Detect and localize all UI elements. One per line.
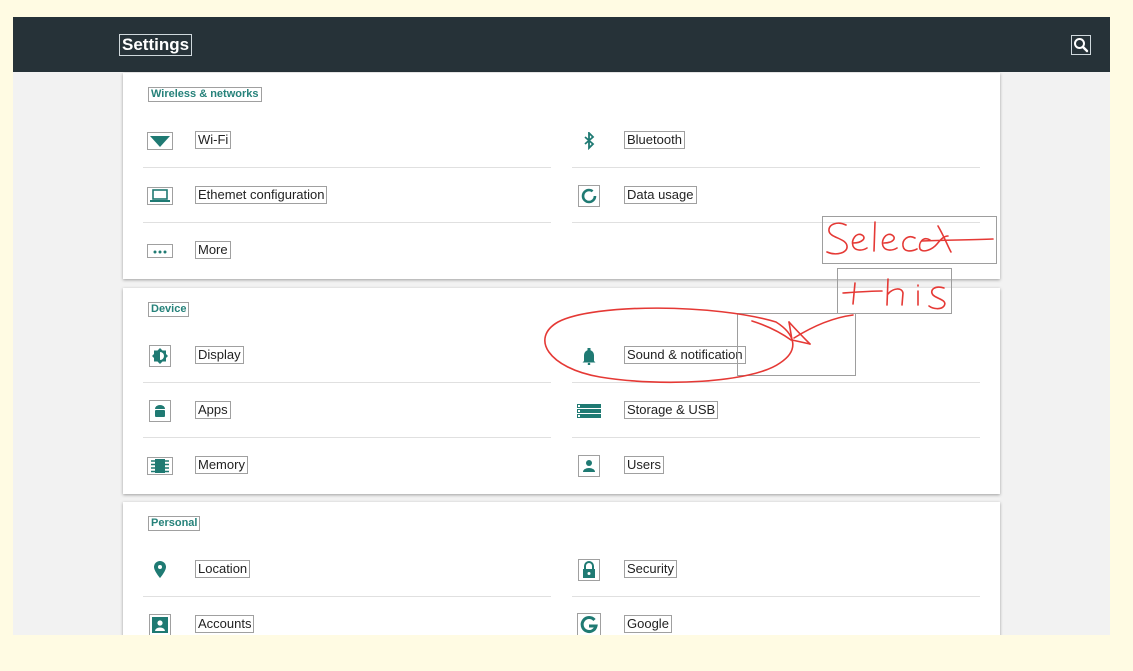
setting-label-users: Users bbox=[624, 456, 664, 474]
setting-memory[interactable]: Memory bbox=[143, 438, 551, 493]
location-pin-icon bbox=[147, 561, 173, 579]
person-icon bbox=[576, 455, 602, 477]
wifi-icon bbox=[147, 132, 173, 150]
setting-label-ethernet: Ethemet configuration bbox=[195, 186, 328, 204]
memory-chip-icon bbox=[147, 457, 173, 475]
bell-icon bbox=[576, 347, 602, 365]
setting-bluetooth[interactable]: Bluetooth bbox=[572, 113, 980, 168]
more-dots-icon bbox=[147, 242, 173, 260]
setting-label-google: Google bbox=[624, 615, 672, 633]
brightness-icon bbox=[147, 345, 173, 367]
setting-storage-usb[interactable]: Storage & USB bbox=[572, 383, 980, 438]
setting-accounts[interactable]: Accounts bbox=[143, 597, 551, 635]
annotation-box-select bbox=[822, 216, 997, 264]
search-button[interactable] bbox=[1071, 35, 1091, 55]
setting-label-security: Security bbox=[624, 560, 677, 578]
search-icon bbox=[1074, 38, 1089, 53]
setting-more[interactable]: More bbox=[143, 223, 551, 278]
google-g-icon bbox=[576, 613, 602, 635]
section-title-personal: Personal bbox=[148, 516, 201, 531]
personal-card: Personal Location Security Accounts Goog… bbox=[123, 502, 1000, 635]
data-usage-icon bbox=[576, 185, 602, 207]
setting-users[interactable]: Users bbox=[572, 438, 980, 493]
setting-label-more: More bbox=[195, 241, 231, 259]
annotation-box-this bbox=[837, 268, 952, 314]
lock-icon bbox=[576, 559, 602, 581]
settings-screen: Settings Wireless & networks Wi-Fi Bluet… bbox=[13, 17, 1110, 635]
setting-data-usage[interactable]: Data usage bbox=[572, 168, 980, 223]
laptop-icon bbox=[147, 187, 173, 205]
android-icon bbox=[147, 400, 173, 422]
setting-label-display: Display bbox=[195, 346, 244, 364]
setting-label-wifi: Wi-Fi bbox=[195, 131, 232, 149]
app-bar: Settings bbox=[13, 17, 1110, 72]
setting-label-bluetooth: Bluetooth bbox=[624, 131, 685, 149]
bluetooth-icon bbox=[576, 132, 602, 150]
setting-location[interactable]: Location bbox=[143, 542, 551, 597]
setting-label-apps: Apps bbox=[195, 401, 231, 419]
setting-label-accounts: Accounts bbox=[195, 615, 255, 633]
storage-icon bbox=[576, 402, 602, 420]
device-card: Device Display Sound & notification Apps… bbox=[123, 288, 1000, 494]
page-title: Settings bbox=[119, 34, 193, 56]
setting-google[interactable]: Google bbox=[572, 597, 980, 635]
annotation-box-arrow bbox=[737, 313, 856, 376]
setting-label-memory: Memory bbox=[195, 456, 248, 474]
setting-wifi[interactable]: Wi-Fi bbox=[143, 113, 551, 168]
setting-display[interactable]: Display bbox=[143, 328, 551, 383]
setting-label-location: Location bbox=[195, 560, 251, 578]
setting-security[interactable]: Security bbox=[572, 542, 980, 597]
setting-label-storage: Storage & USB bbox=[624, 401, 719, 419]
setting-apps[interactable]: Apps bbox=[143, 383, 551, 438]
section-title-wireless: Wireless & networks bbox=[148, 87, 262, 102]
setting-label-data-usage: Data usage bbox=[624, 186, 697, 204]
section-title-device: Device bbox=[148, 302, 190, 317]
setting-ethernet[interactable]: Ethemet configuration bbox=[143, 168, 551, 223]
account-box-icon bbox=[147, 614, 173, 635]
setting-label-sound: Sound & notification bbox=[624, 346, 746, 364]
